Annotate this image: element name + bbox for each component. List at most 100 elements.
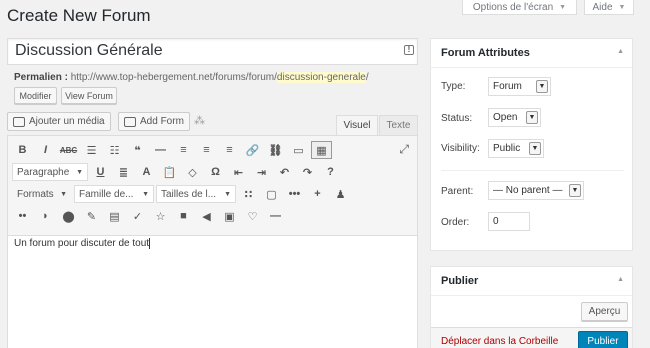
map-pin-icon[interactable]: ⬤ <box>58 207 79 225</box>
screen-options-label: Options de l'écran <box>472 1 554 13</box>
image-icon[interactable]: ▣ <box>219 207 240 225</box>
unlink-icon[interactable]: ⛓ <box>265 141 286 159</box>
formats-menu[interactable]: Formats ▼ <box>12 185 72 203</box>
visibility-label: Visibility: <box>441 143 480 154</box>
chevron-down-icon: ▼ <box>618 3 626 11</box>
align-left-icon[interactable]: ≡ <box>173 141 194 159</box>
special-character-icon[interactable]: Ω <box>205 163 226 181</box>
form-icon <box>124 116 136 127</box>
table-icon[interactable]: ▤ <box>104 207 125 225</box>
box-icon[interactable]: ▢ <box>261 185 282 203</box>
grid-icon[interactable]: ⁂ <box>194 114 205 127</box>
publish-heading[interactable]: Publier ▲ <box>431 267 632 296</box>
permalink-base: http://www.top-hebergement.net/forums/fo… <box>70 72 277 83</box>
chevron-down-icon: ▼ <box>569 184 581 197</box>
more-icon[interactable]: ••• <box>284 185 305 203</box>
order-input[interactable]: 0 <box>488 212 530 231</box>
font-family-value: Famille de... <box>79 188 134 200</box>
permalink-slug[interactable]: discussion-generale <box>276 72 366 83</box>
help-tab[interactable]: Aide ▼ <box>584 0 634 15</box>
undo-icon[interactable]: ↶ <box>274 163 295 181</box>
toolbar-row-2: Paragraphe ▼ U ≣ A 📋 ◇ Ω ⇤ ⇥ ↶ ↷? <box>12 162 341 182</box>
tab-text[interactable]: Texte <box>379 115 418 135</box>
align-center-icon[interactable]: ≡ <box>196 141 217 159</box>
help-label: Aide <box>592 1 613 13</box>
post-title-input[interactable]: Discussion Générale <box>7 38 418 65</box>
numbered-list-icon[interactable]: ☷ <box>104 141 125 159</box>
forum-attributes-heading[interactable]: Forum Attributes ▲ <box>431 39 632 68</box>
status-value: Open <box>493 112 518 123</box>
audio-icon[interactable]: ◀ <box>196 207 217 225</box>
screen-options-tab[interactable]: Options de l'écran ▼ <box>462 0 577 15</box>
star-icon[interactable]: ☆ <box>150 207 171 225</box>
toolbar-row-4: •• ◗ ⬤ ✎ ▤ ✓ ☆ ■ ◀ ▣ ♡ — <box>12 206 286 226</box>
publish-button[interactable]: Publier <box>578 331 628 348</box>
type-select[interactable]: Forum ▼ <box>488 77 551 96</box>
chevron-down-icon: ▼ <box>60 190 67 198</box>
check-icon[interactable]: ✓ <box>127 207 148 225</box>
clear-formatting-icon[interactable]: ◇ <box>182 163 203 181</box>
add-media-button[interactable]: Ajouter un média <box>7 112 111 131</box>
trash-link[interactable]: Déplacer dans la Corbeille <box>441 336 558 347</box>
preview-button[interactable]: Aperçu <box>581 302 628 321</box>
view-forum-button[interactable]: View Forum <box>61 87 117 104</box>
redo-icon[interactable]: ↷ <box>297 163 318 181</box>
paste-text-icon[interactable]: 📋 <box>159 163 180 181</box>
chevron-down-icon: ▼ <box>76 168 83 176</box>
align-right-icon[interactable]: ≡ <box>219 141 240 159</box>
divider-icon[interactable]: — <box>265 207 286 225</box>
font-family-select[interactable]: Famille de... ▼ <box>74 185 154 203</box>
tab-visual[interactable]: Visuel <box>336 115 378 135</box>
add-form-button[interactable]: Add Form <box>118 112 190 131</box>
pencil-icon[interactable]: ✎ <box>81 207 102 225</box>
chevron-up-icon[interactable]: ▲ <box>617 276 624 283</box>
title-flag-icon[interactable]: ! <box>404 45 414 55</box>
paragraph-format-select[interactable]: Paragraphe ▼ <box>12 163 88 181</box>
order-label: Order: <box>441 217 470 228</box>
strikethrough-icon[interactable]: ABC <box>58 141 79 159</box>
chevron-down-icon: ▼ <box>529 142 541 155</box>
content-editor[interactable]: B I ABC ☰ ☷ ❝ — ≡ ≡ ≡ 🔗 ⛓ ▭ ▦ Paragraphe ▼ U ≣ A 📋 ◇ Ω ⇤ ⇥ ↶ ↷… <box>7 135 418 348</box>
justify-icon[interactable]: ≣ <box>113 163 134 181</box>
indent-icon[interactable]: ⇥ <box>251 163 272 181</box>
add-media-label: Ajouter un média <box>29 116 105 127</box>
underline-icon[interactable]: U <box>90 163 111 181</box>
fullscreen-icon[interactable]: ⤢ <box>399 142 409 157</box>
edit-permalink-button[interactable]: Modifier <box>14 87 57 104</box>
page-title: Create New Forum <box>7 6 151 25</box>
shortcode-icon[interactable]: ∷ <box>238 185 259 203</box>
font-size-value: Tailles de l... <box>161 188 217 200</box>
outdent-icon[interactable]: ⇤ <box>228 163 249 181</box>
horizontal-rule-icon[interactable]: — <box>150 141 171 159</box>
visibility-select[interactable]: Public ▼ <box>488 139 544 158</box>
parent-value: — No parent — <box>493 185 563 196</box>
dots-icon[interactable]: •• <box>12 207 33 225</box>
publish-title: Publier <box>441 275 479 287</box>
attributes-divider <box>441 170 624 171</box>
font-size-select[interactable]: Tailles de l... ▼ <box>156 185 236 203</box>
toolbar-toggle-icon[interactable]: ▦ <box>311 141 332 159</box>
plus-icon[interactable]: + <box>307 185 328 203</box>
text-color-icon[interactable]: A <box>136 163 157 181</box>
link-icon[interactable]: 🔗 <box>242 141 263 159</box>
blockquote-icon[interactable]: ❝ <box>127 141 148 159</box>
toolbar-row-3: Formats ▼ Famille de... ▼ Tailles de l..… <box>12 184 351 204</box>
rss-icon[interactable]: ◗ <box>35 207 56 225</box>
permalink-label: Permalien : <box>14 72 68 83</box>
user-icon[interactable]: ♟ <box>330 185 351 203</box>
video-icon[interactable]: ■ <box>173 207 194 225</box>
editor-content[interactable]: Un forum pour discuter de tout <box>14 238 151 249</box>
status-select[interactable]: Open ▼ <box>488 108 541 127</box>
chevron-up-icon[interactable]: ▲ <box>617 48 624 55</box>
italic-icon[interactable]: I <box>35 141 56 159</box>
editor-toolbar: B I ABC ☰ ☷ ❝ — ≡ ≡ ≡ 🔗 ⛓ ▭ ▦ Paragraphe ▼ U ≣ A 📋 ◇ Ω ⇤ ⇥ ↶ ↷… <box>8 136 417 236</box>
chevron-down-icon: ▼ <box>142 190 149 198</box>
bullet-list-icon[interactable]: ☰ <box>81 141 102 159</box>
bold-icon[interactable]: B <box>12 141 33 159</box>
parent-select[interactable]: — No parent — ▼ <box>488 181 584 200</box>
read-more-icon[interactable]: ▭ <box>288 141 309 159</box>
help-icon[interactable]: ? <box>320 163 341 181</box>
media-icon <box>13 116 25 127</box>
heart-icon[interactable]: ♡ <box>242 207 263 225</box>
permalink: Permalien : http://www.top-hebergement.n… <box>14 72 369 83</box>
